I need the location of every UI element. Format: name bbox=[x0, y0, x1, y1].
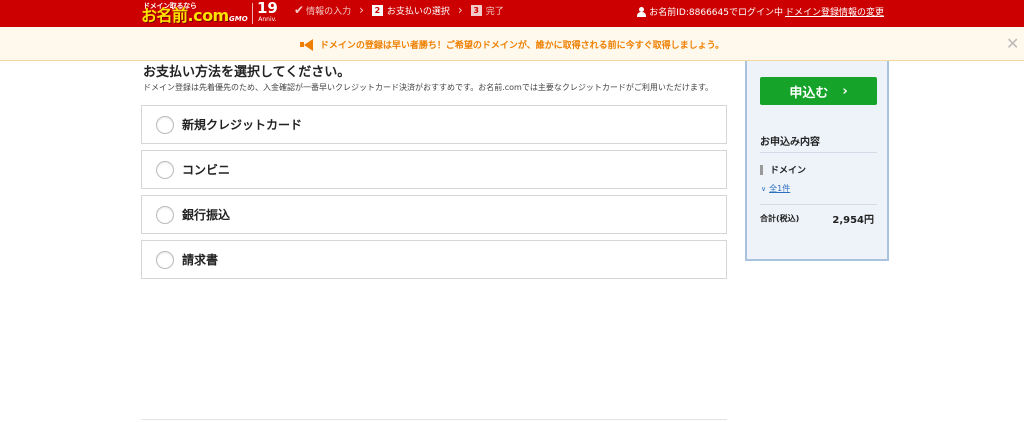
radio-button[interactable] bbox=[156, 250, 174, 269]
step-label: お支払いの選択 bbox=[386, 6, 450, 17]
step-number: 3 bbox=[470, 4, 482, 16]
domain-count-link[interactable]: 全1件 bbox=[769, 184, 790, 193]
step-number: 2 bbox=[371, 4, 383, 16]
option-label: 銀行振込 bbox=[182, 208, 231, 222]
option-label: 新規クレジットカード bbox=[182, 118, 303, 132]
chevron-right-icon: › bbox=[359, 3, 364, 17]
radio-button[interactable] bbox=[156, 160, 174, 179]
apply-button-label: 申込む bbox=[789, 85, 829, 101]
person-icon bbox=[637, 6, 647, 17]
close-icon[interactable]: ✕ bbox=[1006, 36, 1019, 52]
domain-section-label: ドメイン bbox=[760, 163, 806, 176]
notice-text: ドメインの登録は早い者勝ち！ご希望のドメインが、誰かに取得される前に今すぐ取得し… bbox=[319, 41, 725, 51]
logo-wordmark: お名前.com bbox=[141, 6, 229, 25]
radio-button[interactable] bbox=[156, 205, 174, 224]
header-divider bbox=[252, 3, 253, 24]
domain-info-change-link[interactable]: ドメイン登録情報の変更 bbox=[785, 5, 884, 18]
apply-button[interactable]: 申込む › bbox=[760, 77, 877, 105]
radio-button[interactable] bbox=[156, 115, 174, 134]
chevron-right-icon: › bbox=[457, 3, 463, 17]
anniversary-number: 19 bbox=[257, 0, 278, 17]
payment-options: 新規クレジットカード コンビニ 銀行振込 請求書 bbox=[141, 105, 727, 285]
step-label: 完了 bbox=[485, 6, 504, 17]
page-title: お支払い方法を選択してください。 bbox=[143, 65, 351, 80]
chevron-right-icon: › bbox=[842, 83, 848, 99]
step-3-complete: 3 完了 bbox=[470, 4, 504, 17]
anniversary-label: Anniv. bbox=[258, 16, 277, 23]
domain-count-toggle[interactable]: ∨ 全1件 bbox=[761, 183, 790, 194]
payment-option-invoice[interactable]: 請求書 bbox=[141, 240, 727, 279]
top-header: ドメイン取るなら お名前.com GMO 19 Anniv. ✔ 情報の入力 ›… bbox=[0, 0, 1024, 27]
anniversary-badge: 19 Anniv. bbox=[257, 0, 278, 24]
option-label: 請求書 bbox=[182, 253, 219, 267]
step-1-input: ✔ 情報の入力 bbox=[294, 4, 351, 17]
gmo-logo: GMO bbox=[229, 15, 248, 23]
notice-message: ドメインの登録は早い者勝ち！ご希望のドメインが、誰かに取得される前に今すぐ取得し… bbox=[0, 38, 1024, 51]
step-label: 情報の入力 bbox=[306, 6, 352, 17]
progress-steps: ✔ 情報の入力 › 2 お支払いの選択 › 3 完了 bbox=[294, 0, 504, 20]
total-label: 合計(税込) bbox=[760, 214, 800, 223]
login-status: お名前ID:8866645でログイン中 ドメイン登録情報の変更 bbox=[637, 5, 884, 18]
divider bbox=[760, 204, 877, 205]
payment-option-convenience-store[interactable]: コンビニ bbox=[141, 150, 727, 189]
content-divider bbox=[141, 419, 727, 420]
option-label: コンビニ bbox=[182, 163, 231, 177]
order-summary-panel: 申込む › お申込み内容 ドメイン ∨ 全1件 合計(税込) 2,954円 bbox=[745, 61, 889, 261]
step-2-payment: 2 お支払いの選択 bbox=[371, 4, 450, 17]
divider bbox=[760, 152, 877, 153]
total-value: 2,954円 bbox=[832, 215, 874, 226]
section-bar-marker bbox=[760, 164, 763, 175]
payment-option-bank-transfer[interactable]: 銀行振込 bbox=[141, 195, 727, 234]
megaphone-icon bbox=[299, 39, 314, 49]
notice-bar: ドメインの登録は早い者勝ち！ご希望のドメインが、誰かに取得される前に今すぐ取得し… bbox=[0, 27, 1024, 61]
payment-option-credit-card[interactable]: 新規クレジットカード bbox=[141, 105, 727, 144]
login-text: お名前ID:8866645でログイン中 bbox=[649, 8, 783, 18]
onamae-logo[interactable]: ドメイン取るなら お名前.com GMO bbox=[141, 0, 253, 27]
page-description: ドメイン登録は先着優先のため、入金確認が一番早いクレジットカード決済がおすすめで… bbox=[143, 83, 714, 92]
chevron-down-icon: ∨ bbox=[761, 185, 767, 193]
order-summary-heading: お申込み内容 bbox=[760, 137, 820, 148]
domain-label: ドメイン bbox=[770, 166, 807, 176]
checkmark-icon: ✔ bbox=[294, 3, 305, 17]
